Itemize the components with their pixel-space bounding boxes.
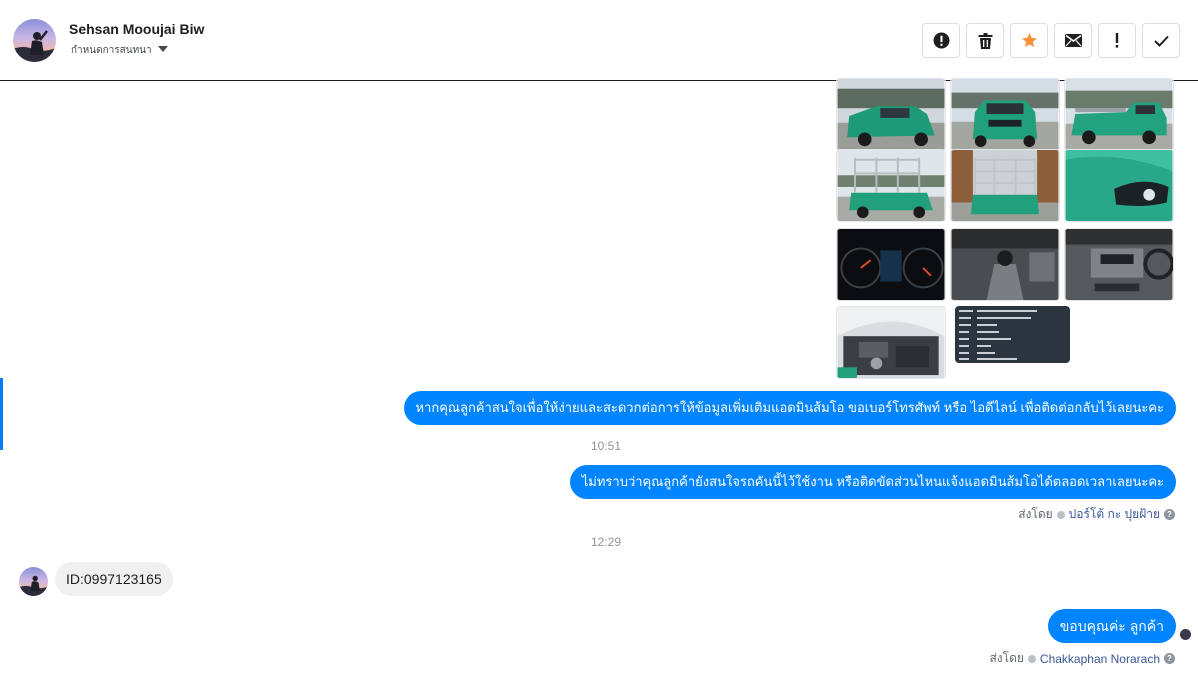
photo-headlight[interactable] [1064,149,1174,222]
photo-spec-card[interactable] [955,306,1070,363]
sent-by-agent-link[interactable]: Chakkaphan Norarach [1040,652,1160,666]
verified-check-icon [1027,654,1036,663]
sent-by-agent-link[interactable]: ปอร์โต้ กะ ปุยฝ้าย [1069,505,1160,524]
exclamation-icon [1115,33,1119,48]
star-button[interactable] [1010,23,1048,58]
photo-gear-shift[interactable] [950,228,1060,301]
message-timestamp: 12:29 [590,535,622,549]
mark-spam-button[interactable] [922,23,960,58]
active-indicator [0,378,3,450]
photo-truck-rear[interactable] [950,149,1060,222]
help-icon[interactable]: ? [1164,653,1175,664]
contact-name[interactable]: Sehsan Mooujai Biw [69,21,204,37]
photo-console[interactable] [1064,228,1174,301]
photo-truck-front-left[interactable] [836,78,946,151]
photo-truck-rear-left[interactable] [836,149,946,222]
outgoing-message-bubble[interactable]: ไม่ทราบว่าคุณลูกค้ายังสนใจรถคันนี้ไว้ใช้… [569,465,1176,499]
sent-by-line: ส่งโดย ปอร์โต้ กะ ปุยฝ้าย ? [1018,505,1175,524]
outgoing-message-bubble[interactable]: ขอบคุณค่ะ ลูกค้า [1047,609,1176,643]
trash-icon [978,32,993,49]
sent-by-label: ส่งโดย [989,651,1024,665]
photo-dashboard[interactable] [836,228,946,301]
star-icon [1021,32,1038,49]
incoming-message-bubble[interactable]: ID:0997123165 [55,562,173,596]
photo-truck-side[interactable] [1064,78,1174,151]
conversation-status-label: กำหนดการสนทนา [71,45,152,56]
message-timestamp: 10:51 [590,439,622,453]
seen-receipt-avatar [1179,628,1192,641]
conversation-status-dropdown[interactable]: กำหนดการสนทนา [71,43,168,58]
photo-truck-front[interactable] [950,78,1060,151]
verified-check-icon [1056,510,1065,519]
mark-important-button[interactable] [1098,23,1136,58]
mark-unread-button[interactable] [1054,23,1092,58]
sent-by-line: ส่งโดย Chakkaphan Norarach ? [989,649,1175,668]
conversation-toolbar [922,23,1180,58]
alert-circle-icon [933,32,950,49]
photo-engine[interactable] [836,306,946,379]
help-icon[interactable]: ? [1164,509,1175,520]
contact-avatar[interactable] [13,19,56,62]
mark-done-button[interactable] [1142,23,1180,58]
check-icon [1153,35,1169,47]
delete-button[interactable] [966,23,1004,58]
sender-avatar[interactable] [19,567,48,596]
conversation-header: Sehsan Mooujai Biw กำหนดการสนทนา [0,0,1198,81]
caret-down-icon [157,45,168,56]
outgoing-message-bubble[interactable]: หากคุณลูกค้าสนใจเพื่อให้ง่ายและสะดวกต่อก… [403,391,1176,425]
envelope-icon [1064,34,1082,47]
sent-by-label: ส่งโดย [1018,507,1053,521]
